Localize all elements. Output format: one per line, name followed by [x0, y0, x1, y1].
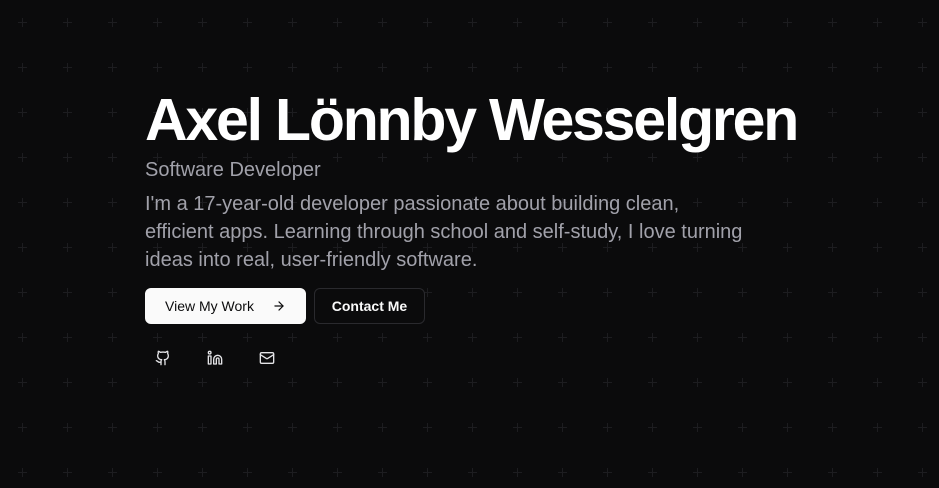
view-my-work-button[interactable]: View My Work [145, 288, 306, 324]
view-my-work-label: View My Work [165, 298, 254, 314]
arrow-right-icon [272, 299, 286, 313]
hero-section: Axel Lönnby Wesselgren Software Develope… [145, 86, 845, 378]
hero-role: Software Developer [145, 159, 321, 181]
mail-icon [259, 350, 275, 371]
hero-name: Axel Lönnby Wesselgren [145, 87, 799, 153]
github-link[interactable] [145, 342, 181, 378]
hero-bio: I'm a 17-year-old developer passionate a… [145, 193, 743, 271]
linkedin-link[interactable] [197, 342, 233, 378]
linkedin-icon [207, 350, 223, 371]
social-links [145, 342, 845, 378]
email-link[interactable] [249, 342, 285, 378]
contact-me-button[interactable]: Contact Me [314, 288, 425, 324]
contact-me-label: Contact Me [331, 298, 408, 314]
github-icon [155, 350, 171, 371]
hero-actions: View My Work Contact Me [145, 288, 845, 324]
